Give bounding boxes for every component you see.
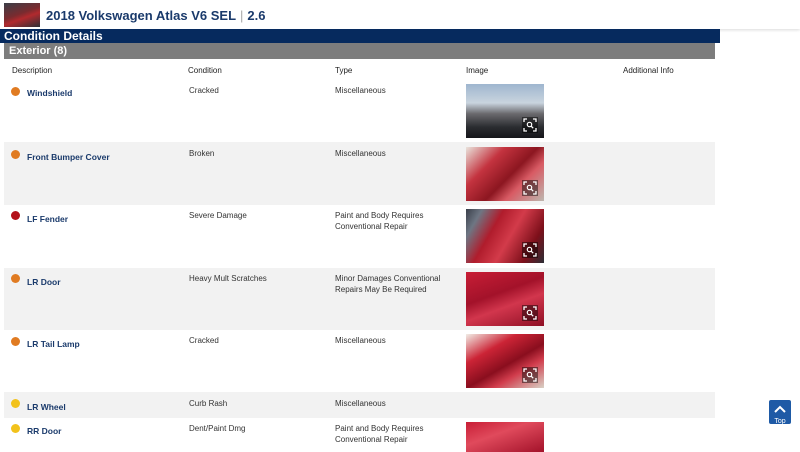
table-row: LF Fender Severe Damage Paint and Body R…	[4, 205, 715, 268]
zoom-icon[interactable]	[522, 305, 538, 321]
vehicle-name: 2018 Volkswagen Atlas V6 SEL	[46, 8, 237, 23]
condition-details-title: Condition Details	[4, 29, 103, 43]
damage-type: Miscellaneous	[335, 149, 386, 158]
damage-description[interactable]: LR Door	[27, 277, 61, 287]
damage-type: Paint and Body Requires Conventional Repa…	[335, 423, 424, 445]
zoom-icon[interactable]	[522, 117, 538, 133]
damage-type-line: Conventional Repair	[335, 222, 408, 231]
table-row: Windshield Cracked Miscellaneous	[4, 80, 715, 142]
table-row: LR Door Heavy Mult Scratches Minor Damag…	[4, 268, 715, 330]
damage-type-line: Conventional Repair	[335, 435, 408, 444]
vehicle-thumbnail[interactable]	[4, 3, 40, 27]
damage-condition: Heavy Mult Scratches	[189, 274, 267, 283]
title-separator: |	[240, 8, 244, 23]
severity-dot	[11, 424, 20, 433]
exterior-section-title: Exterior (8)	[9, 45, 68, 57]
severity-dot	[11, 150, 20, 159]
damage-image[interactable]	[466, 422, 544, 452]
damage-type: Paint and Body Requires Conventional Repa…	[335, 210, 424, 232]
table-header: Description Condition Type Image Additio…	[4, 60, 715, 80]
damage-description[interactable]: LR Tail Lamp	[27, 339, 80, 349]
condition-details-bar: Condition Details	[0, 29, 720, 43]
zoom-icon[interactable]	[522, 367, 538, 383]
damage-type: Miscellaneous	[335, 336, 386, 345]
damage-image[interactable]	[466, 272, 544, 326]
table-row: Front Bumper Cover Broken Miscellaneous	[4, 142, 715, 205]
col-description: Description	[12, 66, 53, 75]
condition-grade: 2.6	[247, 8, 266, 23]
vehicle-header: 2018 Volkswagen Atlas V6 SEL | 2.6	[0, 0, 800, 29]
damage-description[interactable]: LF Fender	[27, 214, 68, 224]
table-row: RR Door Dent/Paint Dmg Paint and Body Re…	[4, 418, 715, 452]
damage-description[interactable]: Front Bumper Cover	[27, 152, 110, 162]
damage-description[interactable]: RR Door	[27, 426, 61, 436]
chevron-up-icon	[774, 405, 786, 413]
table-row: LR Tail Lamp Cracked Miscellaneous	[4, 330, 715, 392]
back-to-top-button[interactable]: Top	[769, 400, 791, 425]
zoom-icon[interactable]	[522, 242, 538, 258]
damage-type-line: Paint and Body Requires	[335, 424, 424, 433]
damage-description[interactable]: Windshield	[27, 88, 72, 98]
damage-condition: Cracked	[189, 336, 219, 345]
damage-condition: Dent/Paint Dmg	[189, 424, 246, 433]
damage-description[interactable]: LR Wheel	[27, 402, 66, 412]
severity-dot	[11, 399, 20, 408]
damage-type: Minor Damages Conventional Repairs May Be…	[335, 273, 440, 295]
damage-type: Miscellaneous	[335, 86, 386, 95]
exterior-section-header[interactable]: Exterior (8)	[4, 43, 715, 59]
col-additional-info: Additional Info	[623, 66, 674, 75]
damage-image[interactable]	[466, 84, 544, 138]
damage-image[interactable]	[466, 147, 544, 201]
severity-dot	[11, 87, 20, 96]
col-image: Image	[466, 66, 489, 75]
damage-type-line: Paint and Body Requires	[335, 211, 424, 220]
col-condition: Condition	[188, 66, 222, 75]
back-to-top-label: Top	[774, 418, 786, 425]
vehicle-title: 2018 Volkswagen Atlas V6 SEL | 2.6	[46, 8, 266, 23]
severity-dot	[11, 337, 20, 346]
damage-type: Miscellaneous	[335, 399, 386, 408]
damage-type-line: Repairs May Be Required	[335, 285, 427, 294]
damage-image[interactable]	[466, 334, 544, 388]
severity-dot	[11, 211, 20, 220]
damage-condition: Curb Rash	[189, 399, 228, 408]
zoom-icon[interactable]	[522, 180, 538, 196]
damage-condition: Severe Damage	[189, 211, 247, 220]
severity-dot	[11, 274, 20, 283]
damage-type-line: Minor Damages Conventional	[335, 274, 441, 283]
col-type: Type	[335, 66, 353, 75]
damage-condition: Cracked	[189, 86, 219, 95]
table-row: LR Wheel Curb Rash Miscellaneous	[4, 392, 715, 418]
damage-condition: Broken	[189, 149, 215, 158]
damage-image[interactable]	[466, 209, 544, 263]
